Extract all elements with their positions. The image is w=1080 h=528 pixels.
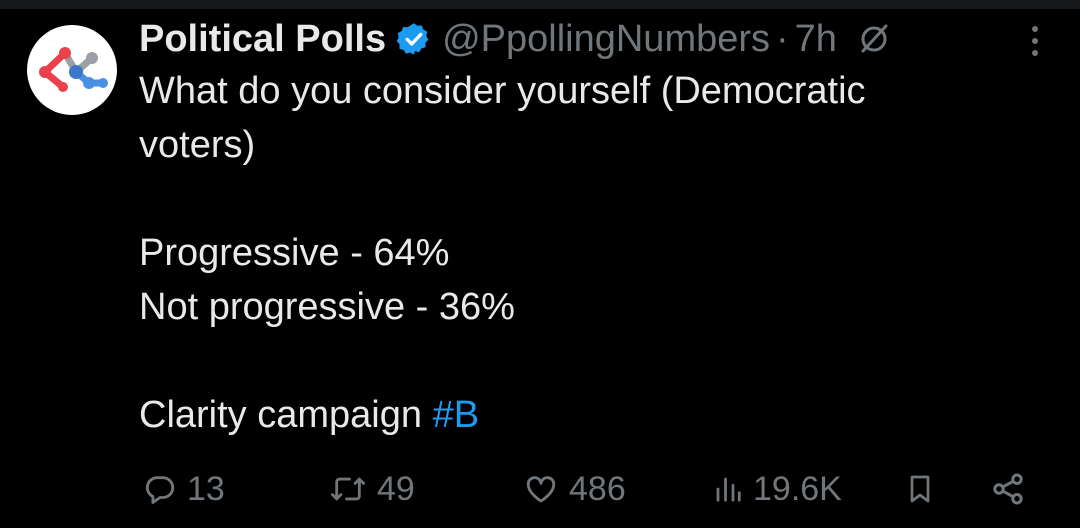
reply-button[interactable]: 13 (143, 466, 225, 512)
repost-button[interactable]: 49 (329, 466, 415, 512)
more-options-icon[interactable] (1022, 24, 1048, 60)
network-logo-icon (39, 47, 108, 92)
views-button[interactable]: 19.6K (713, 466, 842, 512)
like-button[interactable]: 486 (523, 466, 626, 512)
tweet-line-progressive: Progressive - 64% (139, 232, 450, 274)
tweet-header: Political Polls @PpollingNumbers · 7h (139, 14, 891, 64)
avatar[interactable] (27, 25, 117, 115)
tweet-line-not-progressive: Not progressive - 36% (139, 286, 515, 328)
tweet-line-question-cont: voters) (139, 124, 256, 166)
tweet-line-question: What do you consider yourself (Democrati… (139, 70, 866, 112)
author-handle[interactable]: @PpollingNumbers (442, 18, 770, 61)
repost-icon (329, 472, 367, 506)
bookmark-button[interactable] (904, 466, 946, 512)
bookmark-icon (904, 472, 936, 506)
tweet-line-campaign: Clarity campaign #B (139, 388, 1039, 442)
hashtag-link[interactable]: #B (433, 394, 479, 436)
author-display-name[interactable]: Political Polls (139, 18, 386, 61)
top-divider (0, 0, 1080, 9)
action-bar: 13 49 486 19.6K (139, 466, 1039, 512)
tweet-line-blank-2 (139, 334, 1039, 388)
repost-count: 49 (377, 469, 415, 508)
grok-icon[interactable] (857, 22, 891, 56)
share-icon (990, 471, 1026, 507)
separator-dot: · (776, 17, 789, 60)
reply-icon (143, 472, 177, 506)
like-count: 486 (569, 469, 626, 508)
tweet-text: What do you consider yourself (Democrati… (139, 64, 1039, 442)
reply-count: 13 (187, 469, 225, 508)
views-chart-icon (713, 474, 743, 504)
heart-icon (523, 472, 559, 506)
views-count: 19.6K (753, 469, 842, 508)
campaign-text: Clarity campaign (139, 394, 433, 436)
timestamp[interactable]: 7h (795, 18, 837, 61)
share-button[interactable] (990, 466, 1036, 512)
verified-badge-icon (396, 21, 432, 57)
